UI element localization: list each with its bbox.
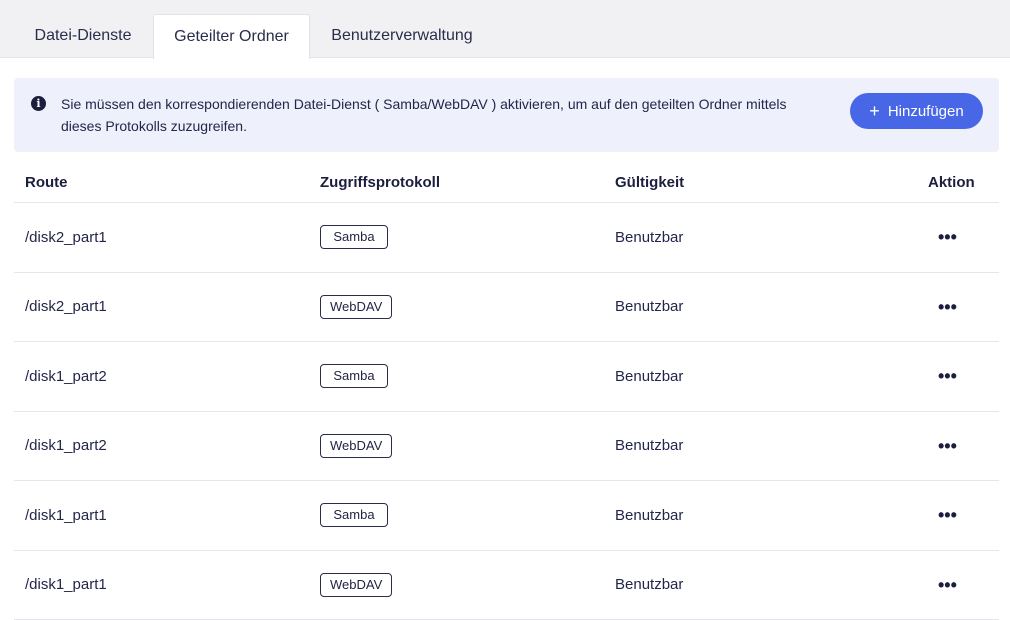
tab-bar: Datei-Dienste Geteilter Ordner Benutzerv… — [0, 0, 1010, 58]
action-cell: ••• — [938, 481, 957, 550]
tab-datei-dienste[interactable]: Datei-Dienste — [14, 14, 152, 58]
table-row: /disk1_part2 Samba Benutzbar ••• — [14, 342, 999, 412]
protocol-badge: Samba — [320, 503, 388, 527]
protocol-cell: WebDAV — [320, 412, 392, 481]
more-actions-icon[interactable]: ••• — [938, 510, 957, 520]
validity-cell: Benutzbar — [615, 551, 683, 620]
protocol-cell: WebDAV — [320, 551, 392, 620]
protocol-cell: Samba — [320, 203, 388, 272]
more-actions-icon[interactable]: ••• — [938, 441, 957, 451]
validity-cell: Benutzbar — [615, 412, 683, 481]
shared-folder-table: Route Zugriffsprotokoll Gültigkeit Aktio… — [14, 160, 999, 620]
action-cell: ••• — [938, 551, 957, 620]
route-cell: /disk1_part1 — [25, 481, 107, 550]
validity-cell: Benutzbar — [615, 481, 683, 550]
protocol-cell: Samba — [320, 342, 388, 411]
more-actions-icon[interactable]: ••• — [938, 232, 957, 242]
tab-geteilter-ordner[interactable]: Geteilter Ordner — [153, 14, 310, 59]
add-button-label: Hinzufügen — [888, 103, 964, 120]
tab-benutzerverwaltung[interactable]: Benutzerverwaltung — [312, 14, 492, 58]
table-row: /disk2_part1 WebDAV Benutzbar ••• — [14, 273, 999, 343]
header-action: Aktion — [928, 174, 975, 191]
protocol-badge: WebDAV — [320, 295, 392, 319]
protocol-badge: Samba — [320, 225, 388, 249]
route-cell: /disk2_part1 — [25, 273, 107, 342]
header-route: Route — [25, 174, 68, 191]
validity-cell: Benutzbar — [615, 273, 683, 342]
more-actions-icon[interactable]: ••• — [938, 302, 957, 312]
add-button[interactable]: + Hinzufügen — [850, 93, 983, 129]
action-cell: ••• — [938, 203, 957, 272]
validity-cell: Benutzbar — [615, 203, 683, 272]
action-cell: ••• — [938, 412, 957, 481]
table-row: /disk2_part1 Samba Benutzbar ••• — [14, 203, 999, 273]
action-cell: ••• — [938, 342, 957, 411]
header-protocol: Zugriffsprotokoll — [320, 174, 440, 191]
info-banner: i Sie müssen den korrespondierenden Date… — [14, 78, 999, 152]
info-text: Sie müssen den korrespondierenden Datei-… — [61, 93, 821, 137]
table-row: /disk1_part2 WebDAV Benutzbar ••• — [14, 412, 999, 482]
route-cell: /disk2_part1 — [25, 203, 107, 272]
more-actions-icon[interactable]: ••• — [938, 580, 957, 590]
route-cell: /disk1_part2 — [25, 412, 107, 481]
table-row: /disk1_part1 WebDAV Benutzbar ••• — [14, 551, 999, 620]
protocol-cell: Samba — [320, 481, 388, 550]
table-header: Route Zugriffsprotokoll Gültigkeit Aktio… — [14, 160, 999, 203]
plus-icon: + — [869, 102, 880, 120]
more-actions-icon[interactable]: ••• — [938, 371, 957, 381]
route-cell: /disk1_part2 — [25, 342, 107, 411]
protocol-badge: WebDAV — [320, 434, 392, 458]
header-validity: Gültigkeit — [615, 174, 684, 191]
protocol-badge: Samba — [320, 364, 388, 388]
protocol-cell: WebDAV — [320, 273, 392, 342]
validity-cell: Benutzbar — [615, 342, 683, 411]
table-row: /disk1_part1 Samba Benutzbar ••• — [14, 481, 999, 551]
info-icon: i — [31, 96, 46, 111]
action-cell: ••• — [938, 273, 957, 342]
route-cell: /disk1_part1 — [25, 551, 107, 620]
protocol-badge: WebDAV — [320, 573, 392, 597]
